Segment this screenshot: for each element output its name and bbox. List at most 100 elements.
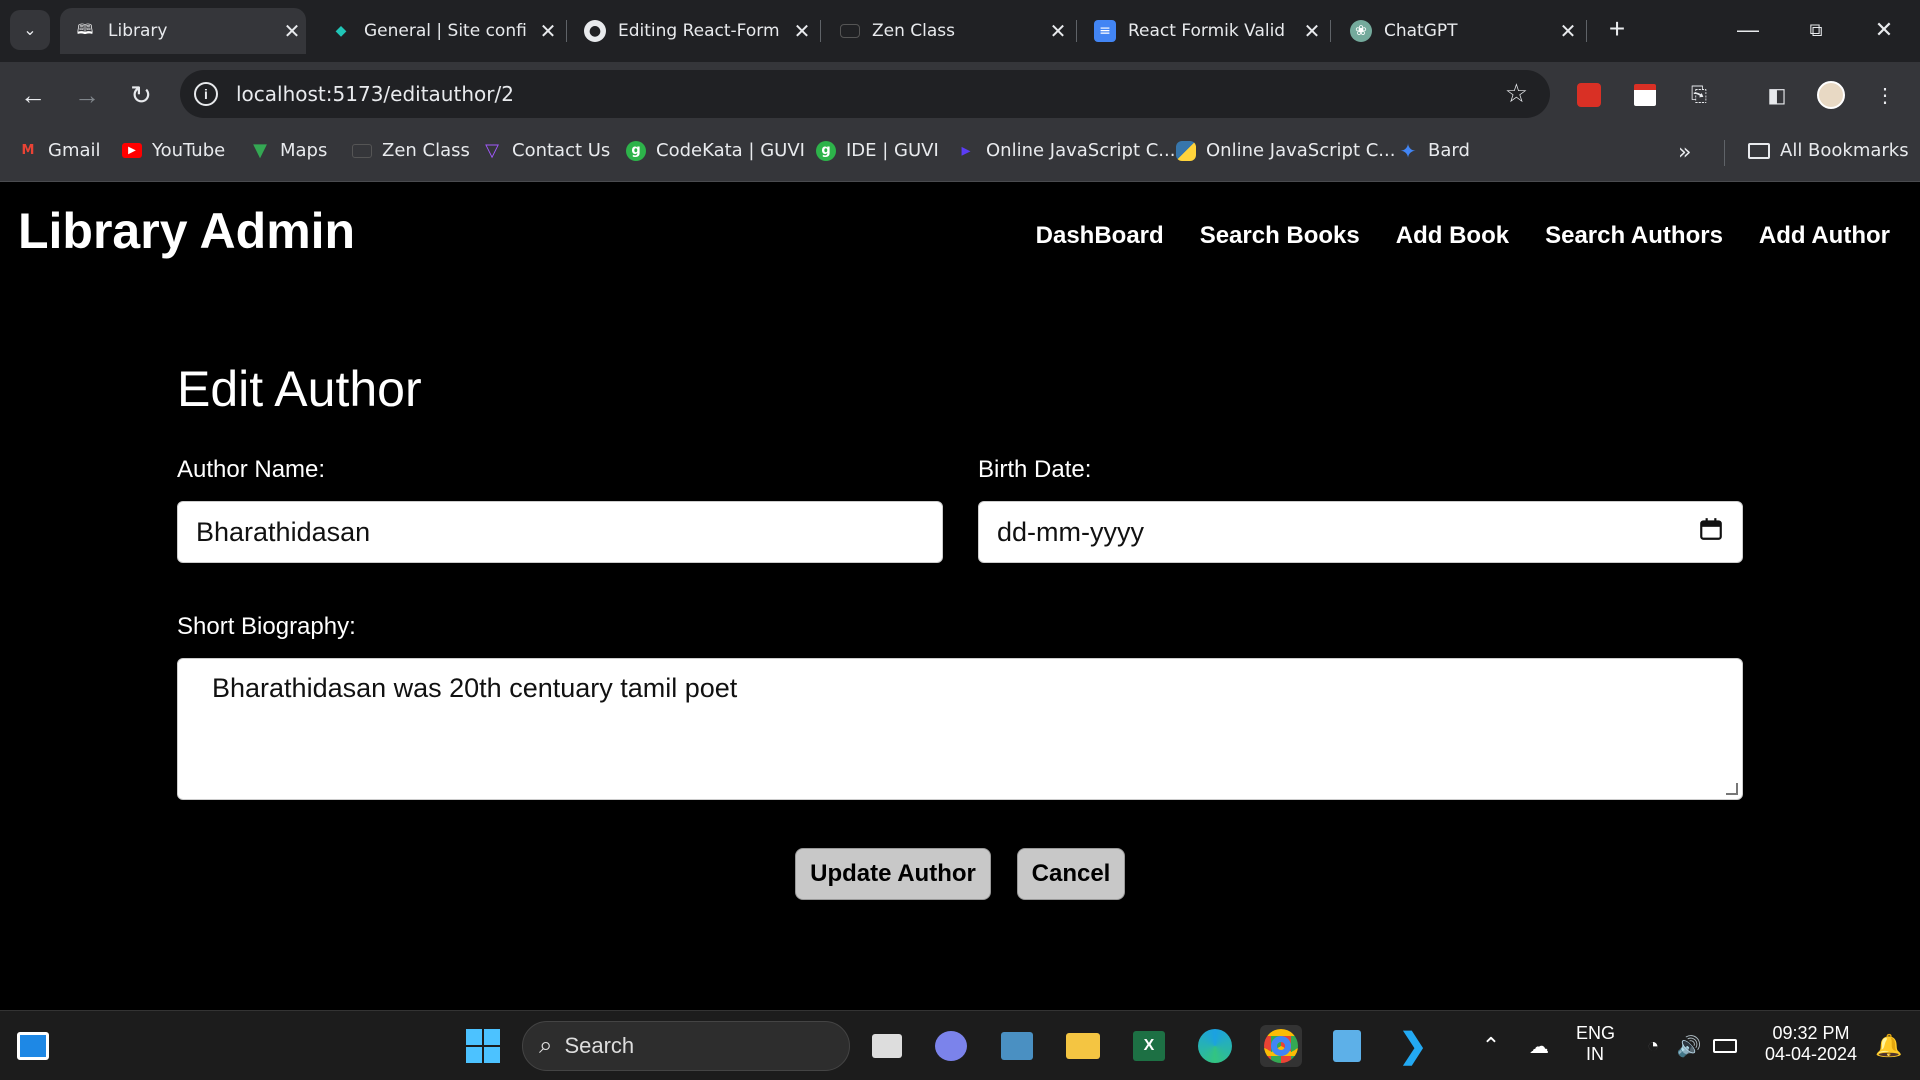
clock-time: 09:32 PM bbox=[1772, 1023, 1850, 1043]
close-icon[interactable]: ✕ bbox=[1044, 19, 1072, 43]
store-icon[interactable] bbox=[996, 1025, 1038, 1067]
tab-chatgpt[interactable]: ❀ ChatGPT ✕ bbox=[1336, 8, 1582, 54]
guvi-icon: g bbox=[816, 140, 836, 161]
bookmark-ide-guvi[interactable]: g IDE | GUVI bbox=[816, 140, 939, 161]
close-icon[interactable]: ✕ bbox=[1298, 19, 1326, 43]
extension-red-icon[interactable] bbox=[1574, 80, 1604, 110]
bookmark-label: Online JavaScript C... bbox=[1206, 140, 1396, 161]
tab-strip: ⌄ 🕮 Library ✕ ◆ General | Site confi ✕ ●… bbox=[0, 0, 1920, 62]
birth-date-input[interactable]: dd-mm-yyyy bbox=[978, 501, 1743, 563]
calendar-icon[interactable] bbox=[1698, 516, 1724, 542]
taskbar-search[interactable]: ⌕ Search bbox=[522, 1021, 850, 1071]
bookmark-maps[interactable]: ▼ Maps bbox=[250, 140, 327, 161]
author-name-input[interactable]: Bharathidasan bbox=[177, 501, 943, 563]
clock-date: 04-04-2024 bbox=[1764, 1044, 1858, 1064]
more-bookmarks-icon[interactable]: » bbox=[1678, 140, 1691, 165]
file-explorer-icon[interactable] bbox=[1062, 1025, 1104, 1067]
birth-date-placeholder: dd-mm-yyyy bbox=[997, 516, 1144, 547]
bard-icon: ✦ bbox=[1399, 138, 1417, 163]
url-text[interactable]: localhost:5173/editauthor/2 bbox=[236, 82, 514, 106]
tab-github[interactable]: ● Editing React-Form ✕ bbox=[570, 8, 816, 54]
notepad-icon[interactable] bbox=[1326, 1025, 1368, 1067]
tab-library[interactable]: 🕮 Library ✕ bbox=[60, 8, 306, 54]
extension-calendar-icon[interactable] bbox=[1630, 80, 1660, 110]
chrome-icon[interactable] bbox=[1260, 1025, 1302, 1067]
widgets-icon[interactable] bbox=[12, 1025, 54, 1067]
chatgpt-icon: ❀ bbox=[1350, 20, 1372, 42]
resize-grip-icon[interactable] bbox=[1726, 783, 1738, 795]
tab-search-button[interactable]: ⌄ bbox=[10, 10, 50, 50]
language-label: ENG bbox=[1576, 1023, 1616, 1043]
brand-title[interactable]: Library Admin bbox=[18, 202, 355, 260]
chevron-up-icon[interactable]: ⌃ bbox=[1470, 1025, 1512, 1067]
nav-dashboard[interactable]: DashBoard bbox=[1036, 222, 1164, 250]
tab-title: React Formik Valid bbox=[1128, 21, 1286, 41]
bookmark-online-js-2[interactable]: Online JavaScript C... bbox=[1176, 140, 1395, 161]
update-author-button[interactable]: Update Author bbox=[795, 848, 991, 900]
bookmark-gmail[interactable]: M Gmail bbox=[18, 140, 101, 161]
edge-icon[interactable] bbox=[1194, 1025, 1236, 1067]
bookmark-label: Zen Class bbox=[382, 140, 470, 161]
bookmark-online-js-1[interactable]: ▸ Online JavaScript C... bbox=[956, 140, 1175, 161]
zen-icon bbox=[840, 24, 860, 38]
notification-bell-icon[interactable]: 🔔 bbox=[1868, 1025, 1910, 1067]
nav-add-author[interactable]: Add Author bbox=[1759, 222, 1890, 250]
task-view-icon[interactable] bbox=[866, 1025, 908, 1067]
forward-button[interactable]: → bbox=[70, 78, 104, 112]
close-icon[interactable]: ✕ bbox=[1554, 19, 1582, 43]
app-header: Library Admin DashBoard Search Books Add… bbox=[0, 182, 1920, 288]
reload-button[interactable]: ↻ bbox=[124, 78, 158, 112]
close-icon[interactable]: ✕ bbox=[788, 19, 816, 43]
chevron-down-icon: ⌄ bbox=[23, 22, 37, 39]
nav-search-authors[interactable]: Search Authors bbox=[1545, 222, 1723, 250]
back-button[interactable]: ← bbox=[16, 78, 50, 112]
bookmark-youtube[interactable]: ▶ YouTube bbox=[122, 140, 225, 161]
close-window-button[interactable]: ✕ bbox=[1854, 10, 1914, 50]
search-icon: ⌕ bbox=[539, 1032, 553, 1059]
youtube-icon: ▶ bbox=[122, 143, 142, 158]
excel-icon[interactable]: X bbox=[1128, 1025, 1170, 1067]
cancel-button[interactable]: Cancel bbox=[1017, 848, 1125, 900]
tab-zen-class[interactable]: Zen Class ✕ bbox=[826, 8, 1072, 54]
bookmark-label: Maps bbox=[280, 140, 328, 161]
tab-general[interactable]: ◆ General | Site confi ✕ bbox=[316, 8, 562, 54]
author-name-label: Author Name: bbox=[177, 456, 326, 483]
tab-title: General | Site confi bbox=[364, 21, 527, 41]
restore-button[interactable]: ⧉ bbox=[1786, 10, 1846, 50]
bio-textarea[interactable]: Bharathidasan was 20th centuary tamil po… bbox=[177, 658, 1743, 800]
menu-kebab-icon[interactable]: ⋮ bbox=[1870, 80, 1900, 110]
browser-chrome: ⌄ 🕮 Library ✕ ◆ General | Site confi ✕ ●… bbox=[0, 0, 1920, 182]
teams-chat-icon[interactable] bbox=[930, 1025, 972, 1067]
nav-add-book[interactable]: Add Book bbox=[1396, 222, 1509, 250]
browser-toolbar: ← → ↻ i localhost:5173/editauthor/2 ☆ ⎘ … bbox=[0, 62, 1920, 126]
side-panel-icon[interactable]: ◧ bbox=[1762, 80, 1792, 110]
edit-author-page: Edit Author Author Name: Bharathidasan B… bbox=[0, 288, 1920, 1010]
main-nav: DashBoard Search Books Add Book Search A… bbox=[1036, 222, 1890, 250]
battery-icon[interactable] bbox=[1704, 1025, 1746, 1067]
profile-avatar[interactable] bbox=[1816, 80, 1846, 110]
nav-search-books[interactable]: Search Books bbox=[1200, 222, 1360, 250]
bookmark-bard[interactable]: ✦ Bard bbox=[1398, 138, 1470, 163]
tab-react-formik[interactable]: ≡ React Formik Valid ✕ bbox=[1080, 8, 1326, 54]
new-tab-button[interactable]: + bbox=[1600, 14, 1634, 48]
bookmark-star-icon[interactable]: ☆ bbox=[1505, 78, 1528, 109]
tab-separator bbox=[820, 20, 821, 42]
site-info-icon[interactable]: i bbox=[194, 82, 218, 106]
onedrive-icon[interactable]: ☁ bbox=[1518, 1025, 1560, 1067]
extensions-puzzle-icon[interactable]: ⎘ bbox=[1684, 80, 1714, 110]
minimize-button[interactable]: — bbox=[1718, 10, 1778, 50]
bookmark-contact-us[interactable]: ▽ Contact Us bbox=[482, 140, 610, 161]
address-bar[interactable]: i localhost:5173/editauthor/2 ☆ bbox=[180, 70, 1550, 118]
bookmark-codekata[interactable]: g CodeKata | GUVI bbox=[626, 140, 805, 161]
vscode-icon[interactable]: ❯ bbox=[1392, 1025, 1434, 1067]
language-indicator[interactable]: ENG IN bbox=[1576, 1023, 1616, 1065]
all-bookmarks[interactable]: All Bookmarks bbox=[1748, 140, 1909, 161]
bookmark-label: Contact Us bbox=[512, 140, 611, 161]
tab-separator bbox=[1330, 20, 1331, 42]
bookmark-label: Bard bbox=[1428, 140, 1470, 161]
clock[interactable]: 09:32 PM 04-04-2024 bbox=[1756, 1023, 1866, 1065]
bookmark-zen-class[interactable]: Zen Class bbox=[352, 140, 470, 161]
windows-start-icon[interactable] bbox=[462, 1025, 504, 1067]
close-icon[interactable]: ✕ bbox=[534, 19, 562, 43]
close-icon[interactable]: ✕ bbox=[278, 19, 306, 43]
